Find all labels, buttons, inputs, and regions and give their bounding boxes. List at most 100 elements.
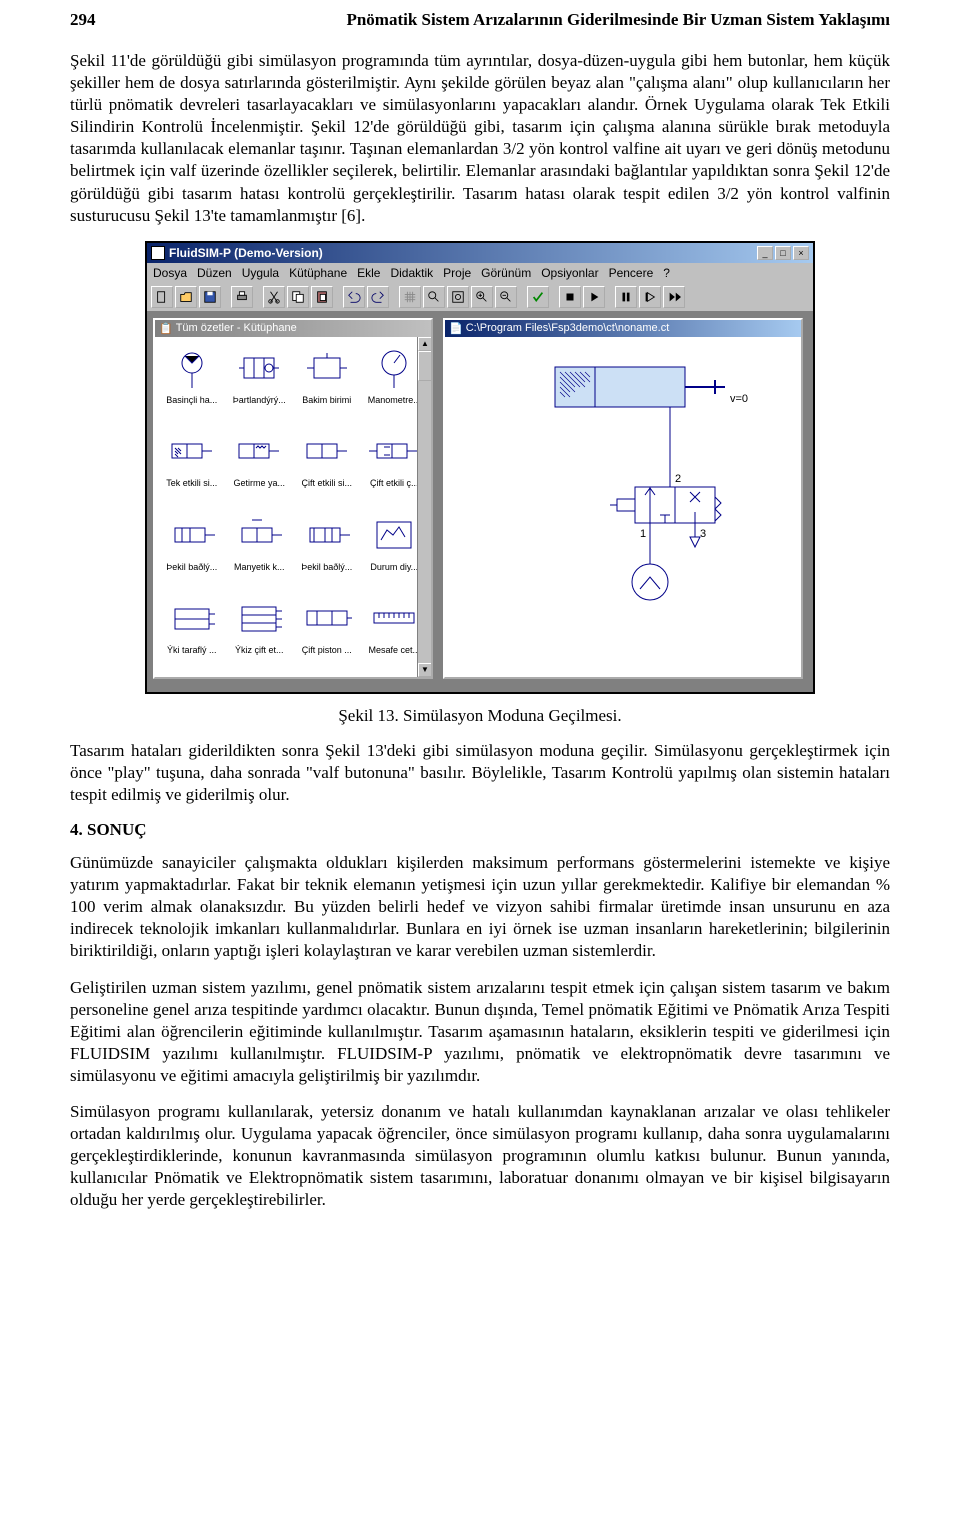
lib-item-single-acting[interactable]: Tek etkili si... [159,424,225,506]
lib-item-compressor[interactable]: Basinçli ha... [159,341,225,423]
new-file-button[interactable] [151,286,173,308]
app-titlebar: FluidSIM-P (Demo-Version) _ □ × [147,243,813,263]
canvas-icon: 📄 [449,322,463,335]
pause-button[interactable] [615,286,637,308]
library-window: 📋 Tüm özetler - Kütüphane Basinçli ha...… [153,318,433,679]
lib-item-twin-double[interactable]: Ýkiz çift et... [227,591,293,673]
cylinder-symbol[interactable] [555,367,725,407]
paragraph-5: Simülasyon programı kullanılarak, yeters… [70,1101,890,1211]
section-heading: 4. SONUÇ [70,820,890,840]
lib-label: Tek etkili si... [166,478,217,488]
canvas-title: C:\Program Files\Fsp3demo\ct\noname.ct [466,322,670,334]
check-button[interactable] [527,286,549,308]
fluidsim-app-window: FluidSIM-P (Demo-Version) _ □ × Dosya Dü… [145,241,815,694]
stop-button[interactable] [559,286,581,308]
lib-item-shape-sensor-2[interactable]: Þekil baðlý... [294,508,360,590]
menu-pencere[interactable]: Pencere [609,266,654,280]
zoom-in-button[interactable] [471,286,493,308]
port-3-label: 3 [700,528,706,540]
save-button[interactable] [199,286,221,308]
zoom-1-button[interactable] [423,286,445,308]
library-icon: 📋 [159,322,173,335]
menu-gorunum[interactable]: Görünüm [481,266,531,280]
undo-button[interactable] [343,286,365,308]
app-toolbar [147,283,813,312]
air-supply-symbol[interactable] [632,557,668,600]
lib-label: Manyetik k... [234,562,285,572]
lib-label: Mesafe cet... [368,645,420,655]
menu-help[interactable]: ? [663,266,670,280]
lib-label: Basinçli ha... [166,395,217,405]
paragraph-4: Geliştirilen uzman sistem yazılımı, gene… [70,977,890,1087]
lib-item-magnetic[interactable]: Manyetik k... [227,508,293,590]
lib-label: Þartlandýrý... [233,395,286,405]
maximize-button[interactable]: □ [775,246,791,260]
lib-label: Manometre... [368,395,421,405]
library-titlebar[interactable]: 📋 Tüm özetler - Kütüphane [155,320,431,337]
lib-item-return-spring[interactable]: Getirme ya... [227,424,293,506]
library-grid: Basinçli ha... Þartlandýrý... Bakim biri… [155,337,431,677]
minimize-button[interactable]: _ [757,246,773,260]
lib-item-double-acting[interactable]: Çift etkili si... [294,424,360,506]
print-button[interactable] [231,286,253,308]
copy-button[interactable] [287,286,309,308]
scroll-thumb[interactable] [418,351,431,381]
zoom-out-button[interactable] [495,286,517,308]
page-number: 294 [70,10,96,30]
menu-ekle[interactable]: Ekle [357,266,380,280]
library-title: Tüm özetler - Kütüphane [176,322,297,334]
lib-label: Getirme ya... [233,478,285,488]
scroll-up-button[interactable]: ▲ [418,337,431,351]
open-file-button[interactable] [175,286,197,308]
app-menubar: Dosya Düzen Uygula Kütüphane Ekle Didakt… [147,263,813,283]
menu-duzen[interactable]: Düzen [197,266,232,280]
paragraph-2: Tasarım hataları giderildikten sonra Şek… [70,740,890,806]
close-button[interactable]: × [793,246,809,260]
port-2-label: 2 [675,473,681,485]
zoom-fit-button[interactable] [447,286,469,308]
lib-label: Ýkiz çift et... [235,645,284,655]
step-button[interactable] [663,286,685,308]
paragraph-3: Günümüzde sanayiciler çalışmakta oldukla… [70,852,890,962]
mdi-workspace: 📋 Tüm özetler - Kütüphane Basinçli ha...… [147,312,813,692]
canvas-area[interactable]: v=0 2 [445,337,801,677]
lib-label: Þekil baðlý... [166,562,217,572]
lib-label: Çift etkili si... [301,478,352,488]
lib-label: Çift piston ... [302,645,352,655]
menu-proje[interactable]: Proje [443,266,471,280]
canvas-window: 📄 C:\Program Files\Fsp3demo\ct\noname.ct… [443,318,803,679]
menu-didaktik[interactable]: Didaktik [390,266,433,280]
menu-uygula[interactable]: Uygula [242,266,279,280]
lib-label: Þekil baðlý... [301,562,352,572]
menu-dosya[interactable]: Dosya [153,266,187,280]
lib-item-shape-sensor-1[interactable]: Þekil baðlý... [159,508,225,590]
grid-button[interactable] [399,286,421,308]
lib-label: Bakim birimi [302,395,351,405]
velocity-label: v=0 [730,393,748,405]
lib-item-conditioner[interactable]: Þartlandýrý... [227,341,293,423]
paragraph-1: Şekil 11'de görüldüğü gibi simülasyon pr… [70,50,890,227]
paste-button[interactable] [311,286,333,308]
menu-kutuphane[interactable]: Kütüphane [289,266,347,280]
reset-button[interactable] [639,286,661,308]
lib-item-double-piston[interactable]: Çift piston ... [294,591,360,673]
play-button[interactable] [583,286,605,308]
app-icon [151,246,165,260]
valve-3-2[interactable] [610,487,721,523]
scroll-down-button[interactable]: ▼ [418,663,431,677]
menu-opsiyonlar[interactable]: Opsiyonlar [541,266,598,280]
lib-item-service-unit[interactable]: Bakim birimi [294,341,360,423]
canvas-titlebar[interactable]: 📄 C:\Program Files\Fsp3demo\ct\noname.ct [445,320,801,337]
lib-item-two-sided[interactable]: Ýki taraflý ... [159,591,225,673]
cut-button[interactable] [263,286,285,308]
figure-caption: Şekil 13. Simülasyon Moduna Geçilmesi. [70,706,890,726]
app-title: FluidSIM-P (Demo-Version) [169,246,323,260]
lib-label: Çift etkili ç... [370,478,419,488]
pneumatic-schematic: v=0 2 [495,357,775,657]
library-scrollbar[interactable]: ▲ ▼ [417,337,431,677]
running-title: Pnömatik Sistem Arızalarının Giderilmesi… [346,10,890,30]
port-1-label: 1 [640,528,646,540]
redo-button[interactable] [367,286,389,308]
lib-label: Ýki taraflý ... [167,645,217,655]
lib-label: Durum diy... [370,562,418,572]
